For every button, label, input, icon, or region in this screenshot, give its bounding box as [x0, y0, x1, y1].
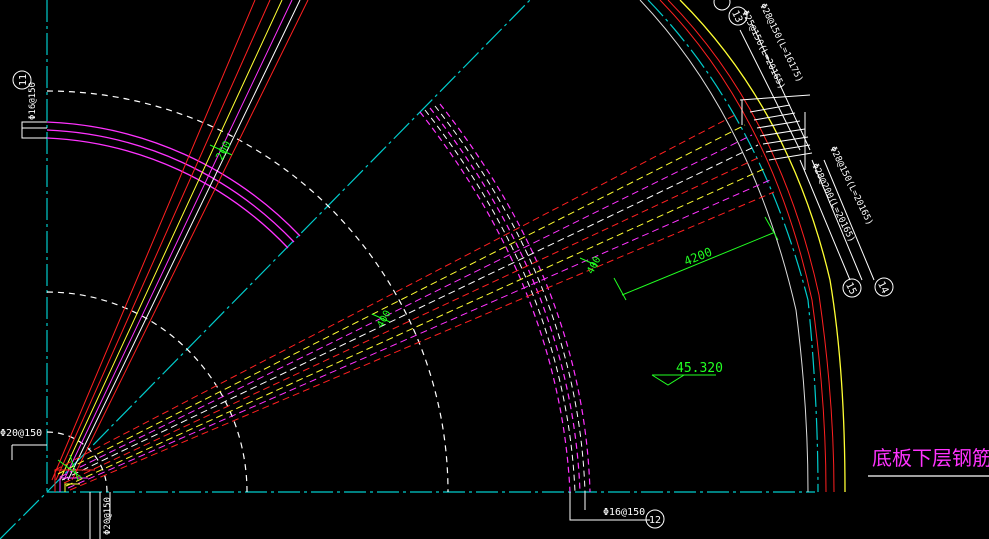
axis-diagonal-45	[46, 0, 531, 493]
tag-12: 12	[645, 509, 665, 529]
magenta-arc-band-middle	[419, 103, 591, 493]
radial-rebars-lower	[54, 114, 775, 491]
fan-dimension-ticks	[209, 144, 599, 323]
dimension-4200-label: 4200	[682, 245, 714, 269]
white-arc-middle	[424, 105, 586, 493]
rebar-label-left-top: Φ16@150	[28, 82, 38, 120]
rebar-label-bottom-left: Φ20@150	[103, 497, 113, 535]
outer-wall-red-2	[667, 0, 835, 493]
tag-15: 15	[842, 278, 862, 298]
cad-drawing-canvas: 4200 200 400 400 45.320 11 12 13 15 14 Φ…	[0, 0, 989, 539]
magenta-arc-band-upper	[46, 121, 301, 249]
elevation-symbol	[651, 374, 716, 386]
left-leader-lines	[11, 121, 650, 539]
axis-lines	[0, 0, 819, 539]
axis-diagonal-lower	[0, 491, 48, 539]
white-dashed-arcs	[46, 90, 449, 493]
tag-14: 14	[874, 277, 894, 297]
drawing-title: 底板下层钢筋	[872, 446, 989, 470]
rebar-label-bottom-mid: Φ16@150	[603, 507, 645, 518]
outer-wall-white	[639, 0, 809, 493]
rebar-label-left-mid: Φ20@150	[0, 428, 42, 439]
svg-text:12: 12	[649, 515, 661, 526]
elevation-label: 45.320	[676, 361, 723, 376]
tag-15-top	[713, 0, 731, 11]
right-leader-lines	[739, 23, 875, 281]
radial-rebars-upper	[51, 0, 309, 481]
dashed-arc-outer	[46, 90, 449, 493]
